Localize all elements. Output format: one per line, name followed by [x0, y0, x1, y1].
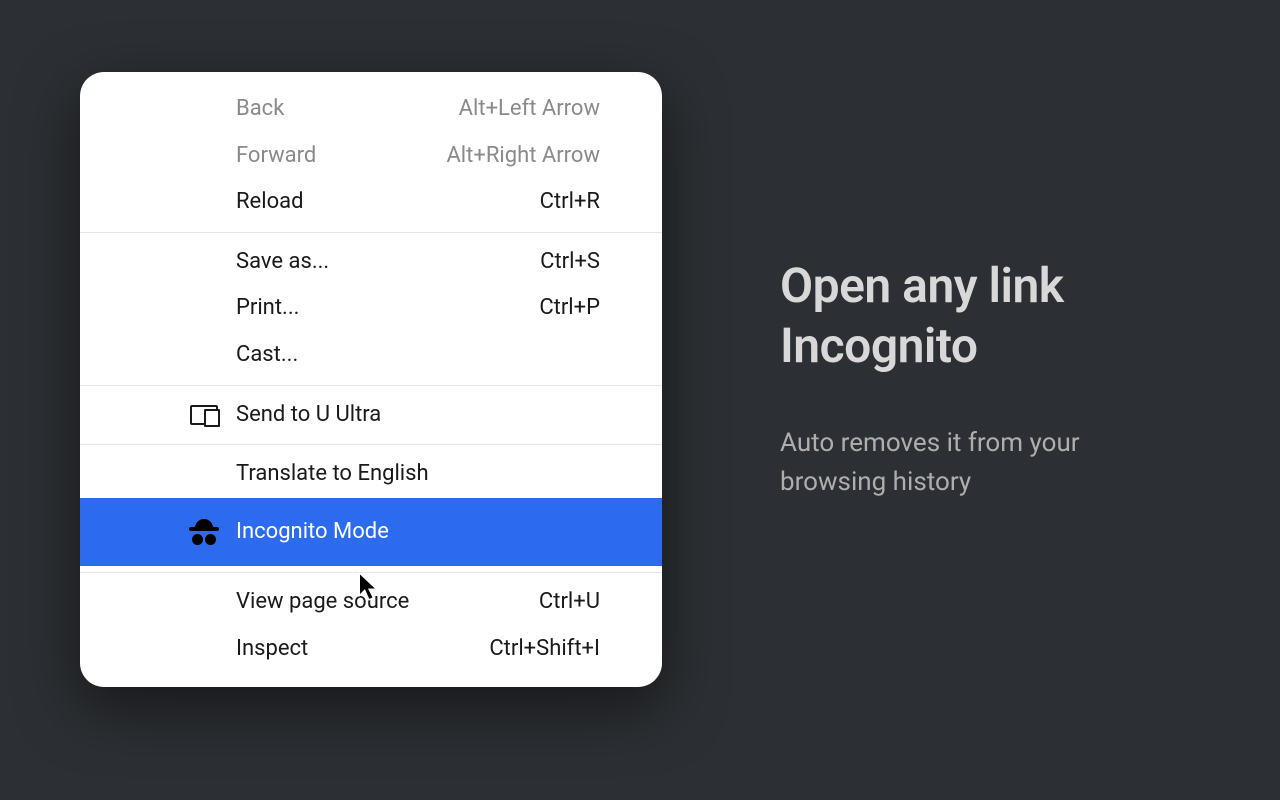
- menu-label: Send to U Ultra: [236, 401, 381, 430]
- menu-item-save-as[interactable]: Save as... Ctrl+S: [80, 239, 662, 286]
- promo-sub-line: Auto removes it from your: [780, 424, 1200, 463]
- menu-item-translate[interactable]: Translate to English: [80, 451, 662, 498]
- menu-separator: [80, 232, 662, 233]
- cursor-icon: [358, 572, 380, 602]
- menu-shortcut: Ctrl+R: [540, 188, 600, 217]
- menu-item-reload[interactable]: Reload Ctrl+R: [80, 179, 662, 226]
- menu-shortcut: Ctrl+Shift+I: [489, 635, 600, 664]
- menu-item-forward[interactable]: Forward Alt+Right Arrow: [80, 133, 662, 180]
- menu-label: Forward: [236, 142, 316, 171]
- menu-shortcut: Ctrl+S: [540, 248, 600, 277]
- menu-label: Incognito Mode: [236, 518, 389, 547]
- menu-shortcut: Ctrl+U: [539, 588, 600, 617]
- devices-icon: [188, 402, 220, 428]
- promo-headline: Open any link Incognito: [780, 256, 1200, 376]
- menu-item-incognito-mode[interactable]: Incognito Mode: [80, 498, 662, 567]
- promo-headline-line: Open any link: [780, 256, 1200, 316]
- menu-label: View page source: [236, 588, 409, 617]
- menu-label: Save as...: [236, 248, 329, 277]
- menu-label: Reload: [236, 188, 304, 217]
- menu-item-inspect[interactable]: Inspect Ctrl+Shift+I: [80, 626, 662, 673]
- menu-item-print[interactable]: Print... Ctrl+P: [80, 285, 662, 332]
- menu-separator: [80, 444, 662, 445]
- menu-item-send-to-device[interactable]: Send to U Ultra: [80, 392, 662, 439]
- promo-subtext: Auto removes it from your browsing histo…: [780, 424, 1200, 502]
- menu-shortcut: Ctrl+P: [539, 294, 600, 323]
- promo-sub-line: browsing history: [780, 463, 1200, 502]
- menu-label: Back: [236, 95, 284, 124]
- incognito-icon: [188, 519, 220, 545]
- menu-shortcut: Alt+Right Arrow: [446, 142, 600, 171]
- menu-shortcut: Alt+Left Arrow: [459, 95, 600, 124]
- menu-label: Print...: [236, 294, 299, 323]
- menu-label: Inspect: [236, 635, 308, 664]
- menu-label: Translate to English: [236, 460, 429, 489]
- menu-separator: [80, 385, 662, 386]
- promo-panel: Open any link Incognito Auto removes it …: [780, 256, 1200, 502]
- promo-headline-line: Incognito: [780, 316, 1200, 376]
- menu-item-cast[interactable]: Cast...: [80, 332, 662, 379]
- menu-item-back[interactable]: Back Alt+Left Arrow: [80, 86, 662, 133]
- menu-label: Cast...: [236, 341, 298, 370]
